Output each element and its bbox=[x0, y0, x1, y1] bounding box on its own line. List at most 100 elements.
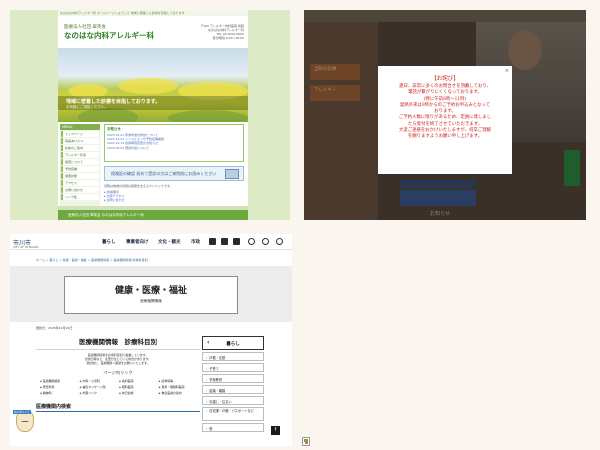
modal-title: 【お詫び】 bbox=[431, 76, 459, 82]
mascot-tag: 市川市キャラ bbox=[13, 410, 31, 414]
page-link[interactable]: 整形外科 bbox=[40, 385, 78, 389]
sidebar-item[interactable]: 検査について bbox=[61, 159, 99, 165]
close-icon[interactable]: × bbox=[505, 68, 509, 74]
clinic-link[interactable]: ▸ お問い合わせ bbox=[104, 198, 244, 202]
globe-icon[interactable] bbox=[276, 238, 283, 245]
page-link[interactable]: 外部リンク bbox=[80, 391, 118, 395]
mascot-smile bbox=[21, 420, 29, 422]
news-heading: お知らせ bbox=[107, 127, 121, 131]
page-link[interactable]: 休日診療 bbox=[119, 391, 157, 395]
hero-leaf bbox=[168, 110, 248, 122]
search-section-heading: 医療機関内検索 bbox=[36, 403, 200, 412]
sidebar-item[interactable]: アクセス bbox=[61, 180, 99, 186]
page-links-grid: 医療機関検索 内科・小児科 歯科医院 接骨院等 整形外科 鍼灸マッサージ院 眼科… bbox=[36, 379, 200, 395]
clinic-content: お知らせ 2023.01.01 年末年始の休診について 2022.12.01 イ… bbox=[104, 124, 244, 203]
sidebar-item[interactable]: 診療のご案内 bbox=[61, 145, 99, 151]
header-info-line: 受付時間 9:00〜18:00 bbox=[212, 36, 244, 40]
clinic-header-info: 〒000 アレルギー内科医院 地図 なのはな内科アレルギー科 TEL 00-00… bbox=[174, 24, 244, 40]
page-link[interactable]: 救急医療の案内 bbox=[159, 391, 197, 395]
translate-icon[interactable] bbox=[221, 238, 228, 245]
intro-line: 受診前に、医療機関へ確認をお願いいたします。 bbox=[86, 361, 150, 365]
modal-line: を賜りますようお願い申し上げます。 bbox=[407, 134, 483, 140]
city-logo-sub: CITY OF ICHIKAWA bbox=[13, 245, 39, 249]
clinic-header: 医療法人社団 翠英会 なのはな内科アレルギー科 〒000 アレルギー内科医院 地… bbox=[58, 16, 248, 48]
hero-blossom bbox=[118, 78, 178, 94]
clinic-footer: 医療法人社団 翠英会 なのはな内科アレルギー科 bbox=[58, 210, 248, 220]
dimmed-label: 当院の診療 bbox=[314, 67, 337, 72]
sidebar-item[interactable]: アレルギー外来 bbox=[61, 152, 99, 158]
clinic-sidebar: MENU トップページ 院長あいさつ 診療のご案内 アレルギー外来 検査について… bbox=[60, 124, 100, 210]
notice-panel: 当院の診療 アレルギー お知らせ × 【お詫び】 連日、非常に多くのお問合せを頂… bbox=[304, 10, 586, 220]
sidebar-item[interactable]: 院長あいさつ bbox=[61, 138, 99, 144]
sidebar-item[interactable]: リンク集 bbox=[61, 194, 99, 200]
news-item[interactable]: 2022.09.01 発熱外来について bbox=[107, 146, 241, 150]
hero-leaf bbox=[78, 108, 138, 122]
sidebar-item[interactable]: 健康診断 bbox=[61, 173, 99, 179]
insurance-banner[interactable]: 保険証の確認 初めて受診の方はご来院前にお読みください bbox=[104, 166, 244, 181]
side-nav-item[interactable]: 引越し・住まい bbox=[202, 396, 264, 405]
person-icon[interactable] bbox=[209, 238, 216, 245]
nav-item[interactable]: 市政 bbox=[191, 239, 200, 245]
search-icon[interactable] bbox=[248, 238, 255, 245]
breadcrumb[interactable]: ホーム > 暮らし > 健康・医療・福祉 > 医療機関情報 > 医療機関情報 診… bbox=[36, 258, 148, 262]
doctor-head-shape bbox=[508, 30, 542, 70]
page-link[interactable]: 歯科医院 bbox=[119, 379, 157, 383]
category-title-box: 健康・医療・福祉 医療機関情報 bbox=[64, 276, 238, 314]
dimmed-banner bbox=[400, 190, 476, 206]
side-nav-item[interactable]: 戸籍・住基 bbox=[202, 352, 264, 361]
side-nav-item[interactable]: 学校教育 bbox=[202, 374, 264, 383]
banner-text: 保険証の確認 初めて受診の方はご来院前にお読みください bbox=[111, 171, 217, 176]
dimmed-header bbox=[304, 10, 586, 22]
side-nav-item[interactable]: 税 bbox=[202, 423, 264, 432]
clinic-site-panel: なのはな内科アレルギー科 ホームページへようこそ 地域に根差した診療を目指してお… bbox=[10, 10, 290, 220]
clinic-page: なのはな内科アレルギー科 ホームページへようこそ 地域に根差した診療を目指してお… bbox=[58, 10, 248, 220]
nav-item[interactable]: 文化・観光 bbox=[158, 239, 181, 245]
category-subtitle: 医療機関情報 bbox=[140, 299, 162, 303]
sidebar-item[interactable]: お問い合わせ bbox=[61, 187, 99, 193]
modal-body: 連日、非常に多くのお問合せを頂戴しており、 電話が繋がりにくくなっております。 … bbox=[378, 84, 512, 141]
dimmed-side-tab bbox=[564, 150, 580, 186]
nav-item[interactable]: 暮らし bbox=[102, 239, 116, 245]
sidebar-head: MENU bbox=[60, 124, 100, 130]
page-title: 医療機関情報 診療科目別 bbox=[79, 338, 157, 346]
side-nav-item[interactable]: 住宅課・戸籍・パスポートなど bbox=[202, 407, 264, 421]
category-hero: 健康・医療・福祉 医療機関情報 bbox=[10, 266, 292, 322]
sidebar-item[interactable]: 予防接種 bbox=[61, 166, 99, 172]
dimmed-label: アレルギー bbox=[314, 88, 337, 93]
clinic-body: MENU トップページ 院長あいさつ 診療のご案内 アレルギー外来 検査について… bbox=[58, 122, 248, 210]
page-link[interactable]: 鍼灸マッサージ院 bbox=[80, 385, 118, 389]
city-site-panel: 市川市 CITY OF ICHIKAWA 暮らし 事業者向け 文化・観光 市政 … bbox=[10, 234, 292, 446]
page-link[interactable]: 耳鼻・咽喉科医院 bbox=[159, 385, 197, 389]
apology-modal: × 【お詫び】 連日、非常に多くのお問合せを頂戴しており、 電話が繋がりにくくな… bbox=[378, 66, 512, 174]
side-nav-item[interactable]: 結婚・離婚 bbox=[202, 385, 264, 394]
title-underline bbox=[36, 349, 200, 350]
menu-icon[interactable] bbox=[262, 238, 269, 245]
back-to-top-button[interactable]: ↑ bbox=[271, 426, 280, 435]
page-link[interactable]: 内科・小児科 bbox=[80, 379, 118, 383]
side-nav-item[interactable]: 子育て bbox=[202, 363, 264, 372]
hero-subline: お気軽にご相談ください。 bbox=[66, 105, 108, 109]
broken-image-icon bbox=[302, 437, 310, 446]
broken-image-red bbox=[305, 441, 308, 444]
page-link[interactable]: 眼科医院 bbox=[119, 385, 157, 389]
city-header: 市川市 CITY OF ICHIKAWA 暮らし 事業者向け 文化・観光 市政 bbox=[10, 234, 292, 250]
clinic-intro-text: 当院は地域の皆様の健康を支えるクリニックです。 bbox=[104, 184, 173, 188]
updated-date: 更新日：2025年10月15日 bbox=[36, 326, 73, 330]
category-title: 健康・医療・福祉 bbox=[114, 286, 187, 296]
intro-text: 医療機関情報を診療科目別に掲載しています。 診療日時など、変更が生じている場合が… bbox=[36, 353, 200, 365]
dimmed-footer-label: お知らせ bbox=[430, 211, 450, 217]
main-content: 更新日：2025年10月15日 医療機関情報 診療科目別 医療機関情報を診療科目… bbox=[36, 326, 200, 446]
font-size-icon[interactable] bbox=[233, 238, 240, 245]
page-link[interactable]: 精神科 bbox=[40, 391, 78, 395]
side-nav-heading[interactable]: 暮らし bbox=[202, 336, 264, 350]
clinic-name[interactable]: なのはな内科アレルギー科 bbox=[64, 30, 154, 41]
clinic-links: ▸ 診療時間 ▸ 交通アクセス ▸ お問い合わせ bbox=[104, 190, 244, 203]
page-link[interactable]: 医療機関検索 bbox=[40, 379, 78, 383]
nav-item[interactable]: 事業者向け bbox=[126, 239, 149, 245]
sidebar-item[interactable]: トップページ bbox=[61, 131, 99, 137]
clinic-hero-image: 地域に密着した診療を目指しております。 お気軽にご相談ください。 bbox=[58, 48, 248, 122]
page-link[interactable]: 接骨院等 bbox=[159, 379, 197, 383]
page-links-heading: ページ内リンク bbox=[103, 370, 133, 375]
dimmed-banner bbox=[400, 180, 476, 188]
monitor-icon bbox=[225, 169, 239, 179]
